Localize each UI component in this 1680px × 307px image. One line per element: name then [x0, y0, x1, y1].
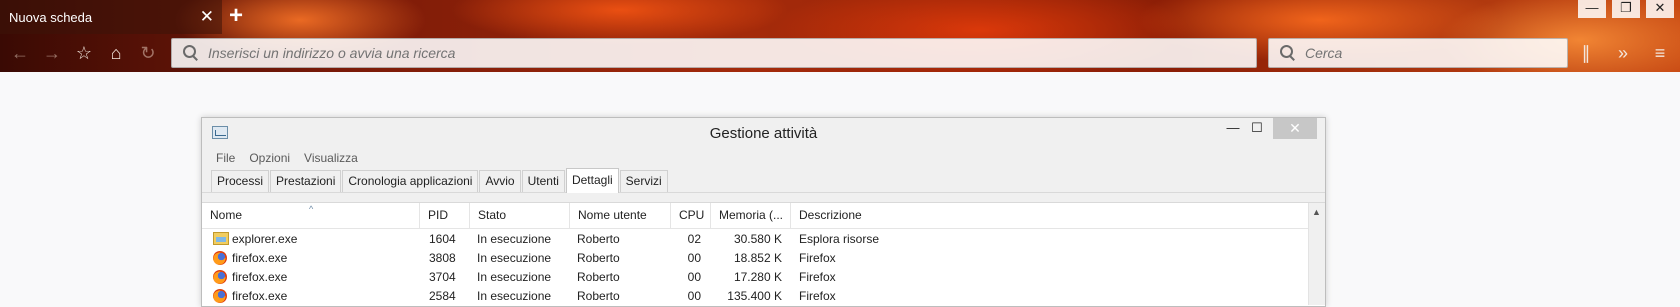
process-status: In esecuzione — [477, 231, 552, 246]
firefox-icon — [213, 269, 227, 284]
new-tab-button[interactable]: + — [229, 3, 243, 29]
tab-servizi[interactable]: Servizi — [619, 170, 668, 192]
window-minimize-button[interactable]: — — [1578, 0, 1606, 18]
process-status: In esecuzione — [477, 250, 552, 265]
process-cpu: 00 — [687, 288, 701, 303]
task-manager-window: Gestione attività — ☐ ✕ File Opzioni Vis… — [201, 117, 1326, 307]
tab-cronologia-applicazioni[interactable]: Cronologia applicazioni — [342, 170, 479, 192]
process-cpu: 00 — [687, 269, 701, 284]
overflow-icon[interactable]: » — [1612, 42, 1634, 64]
process-description: Esplora risorse — [799, 231, 880, 246]
menu-opzioni[interactable]: Opzioni — [249, 151, 290, 165]
tab-title: Nuova scheda — [9, 9, 93, 25]
process-user: Roberto — [577, 250, 620, 265]
process-status: In esecuzione — [477, 288, 552, 303]
search-bar[interactable]: Cerca — [1268, 38, 1568, 68]
column-header-pid[interactable]: PID — [420, 203, 470, 228]
column-header-user[interactable]: Nome utente — [570, 203, 671, 228]
tab-nuova-scheda[interactable]: Nuova scheda ✕ — [0, 0, 222, 34]
column-header-description[interactable]: Descrizione — [791, 203, 1281, 228]
table-row[interactable]: firefox.exe 3808 In esecuzione Roberto 0… — [202, 248, 1325, 267]
tab-content-gap — [202, 193, 1325, 203]
column-header-cpu[interactable]: CPU — [671, 203, 711, 228]
process-pid: 3808 — [429, 250, 456, 265]
menu-icon[interactable]: ≡ — [1649, 42, 1671, 64]
process-name: firefox.exe — [232, 269, 288, 284]
table-body: explorer.exe 1604 In esecuzione Roberto … — [202, 229, 1325, 305]
column-header-memory[interactable]: Memoria (... — [711, 203, 791, 228]
firefox-icon — [213, 288, 227, 303]
process-user: Roberto — [577, 288, 620, 303]
process-name: firefox.exe — [232, 288, 288, 303]
menu-visualizza[interactable]: Visualizza — [304, 151, 358, 165]
home-icon[interactable]: ⌂ — [105, 42, 127, 64]
vertical-scrollbar[interactable]: ▲ — [1308, 203, 1325, 305]
column-header-status[interactable]: Stato — [470, 203, 570, 228]
forward-icon[interactable]: → — [41, 42, 63, 64]
search-icon — [1279, 44, 1297, 62]
firefox-icon — [213, 250, 227, 265]
tm-close-button[interactable]: ✕ — [1273, 118, 1317, 139]
window-close-button[interactable]: ✕ — [1646, 0, 1674, 18]
bookmark-star-icon[interactable]: ☆ — [73, 42, 95, 64]
tab-dettagli[interactable]: Dettagli — [565, 168, 619, 193]
tab-processi[interactable]: Processi — [211, 170, 270, 192]
url-bar[interactable]: Inserisci un indirizzo o avvia una ricer… — [171, 38, 1257, 68]
tab-utenti[interactable]: Utenti — [521, 170, 565, 192]
process-pid: 3704 — [429, 269, 456, 284]
tab-avvio[interactable]: Avvio — [479, 170, 521, 192]
explorer-icon — [213, 232, 229, 245]
table-row[interactable]: firefox.exe 2584 In esecuzione Roberto 0… — [202, 286, 1325, 305]
process-pid: 2584 — [429, 288, 456, 303]
tm-maximize-button[interactable]: ☐ — [1247, 118, 1267, 140]
process-pid: 1604 — [429, 231, 456, 246]
scroll-up-icon[interactable]: ▲ — [1312, 207, 1321, 217]
menu-file[interactable]: File — [216, 151, 235, 165]
process-memory: 135.400 K — [727, 288, 782, 303]
column-header-name[interactable]: ^ Nome — [202, 203, 420, 228]
search-placeholder: Cerca — [1305, 45, 1343, 61]
search-icon — [182, 44, 200, 62]
process-memory: 17.280 K — [733, 269, 782, 284]
task-manager-tabs: Processi Prestazioni Cronologia applicaz… — [202, 168, 1325, 193]
table-row[interactable]: explorer.exe 1604 In esecuzione Roberto … — [202, 229, 1325, 248]
process-user: Roberto — [577, 269, 620, 284]
process-memory: 18.852 K — [733, 250, 782, 265]
url-placeholder: Inserisci un indirizzo o avvia una ricer… — [208, 45, 456, 61]
task-manager-title: Gestione attività — [709, 125, 818, 142]
task-manager-titlebar[interactable]: Gestione attività — ☐ ✕ — [202, 118, 1325, 148]
sort-ascending-icon: ^ — [309, 204, 314, 214]
browser-chrome: Nuova scheda ✕ + — ❐ ✕ ← → ☆ ⌂ ↻ Inseris… — [0, 0, 1680, 72]
window-restore-button[interactable]: ❐ — [1612, 0, 1640, 18]
process-name: firefox.exe — [232, 250, 288, 265]
process-status: In esecuzione — [477, 269, 552, 284]
tab-prestazioni[interactable]: Prestazioni — [270, 170, 342, 192]
library-icon[interactable]: ∥ — [1575, 42, 1597, 64]
process-description: Firefox — [799, 269, 836, 284]
close-icon[interactable]: ✕ — [200, 7, 214, 27]
process-name: explorer.exe — [232, 231, 298, 246]
process-description: Firefox — [799, 250, 836, 265]
process-user: Roberto — [577, 231, 620, 246]
tm-minimize-button[interactable]: — — [1223, 118, 1243, 140]
table-header: ^ Nome PID Stato Nome utente CPU Memoria… — [202, 203, 1325, 229]
details-table: ^ Nome PID Stato Nome utente CPU Memoria… — [202, 203, 1325, 305]
process-memory: 30.580 K — [733, 231, 782, 246]
task-manager-menubar: File Opzioni Visualizza — [202, 148, 1325, 168]
process-description: Firefox — [799, 288, 836, 303]
process-cpu: 00 — [687, 250, 701, 265]
reload-icon[interactable]: ↻ — [137, 42, 159, 64]
back-icon[interactable]: ← — [9, 42, 31, 64]
table-row[interactable]: firefox.exe 3704 In esecuzione Roberto 0… — [202, 267, 1325, 286]
process-cpu: 02 — [687, 231, 701, 246]
